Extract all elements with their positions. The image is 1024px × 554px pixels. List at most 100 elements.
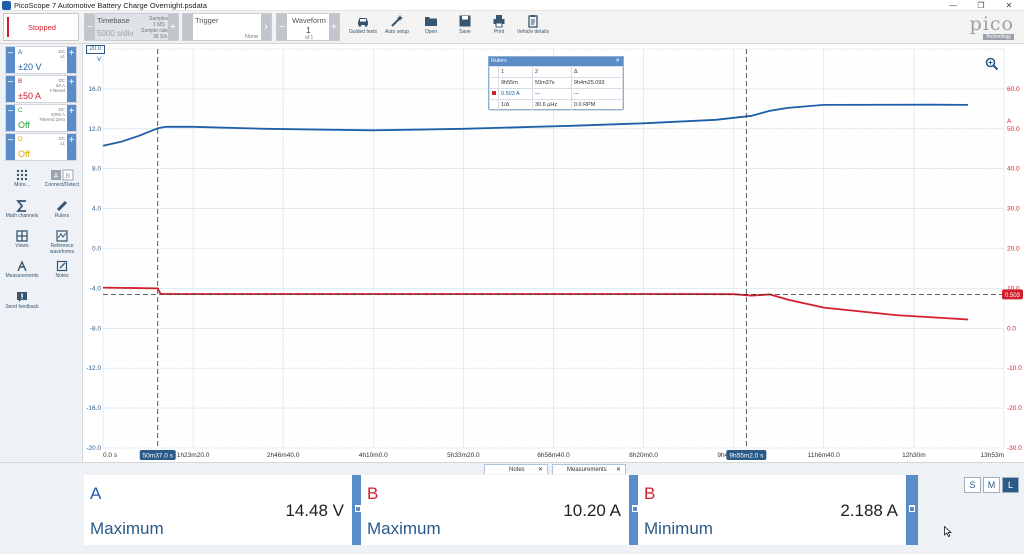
channel-a-name: A (18, 49, 23, 56)
measurement-card[interactable]: B Maximum 10.20 A (361, 475, 641, 545)
measurement-card[interactable]: B Minimum 2.188 A (638, 475, 918, 545)
rulers-panel-title: Rulers (491, 58, 507, 64)
range-badge[interactable]: 20.0 (86, 45, 105, 54)
channel-c-decrease-button[interactable]: − (6, 105, 15, 131)
time-ruler-1-label: 50m37.0 s (143, 453, 174, 460)
minimize-button[interactable]: — (940, 0, 966, 11)
channel-b-increase-button[interactable]: + (67, 76, 76, 102)
run-stop-label: Stopped (28, 23, 56, 32)
timebase-decrease-button[interactable]: − (85, 14, 95, 40)
tab-measurements[interactable]: Measurements ✕ (552, 464, 626, 474)
timebase-increase-button[interactable]: + (168, 14, 178, 40)
channel-a-range[interactable]: ±20 V (18, 62, 41, 72)
x-tick: 1h23m20.0 (177, 452, 210, 459)
channel-b-decrease-button[interactable]: − (6, 76, 15, 102)
channel-d-increase-button[interactable]: + (67, 134, 76, 160)
channel-d-control[interactable]: − D DC x1 Off + (5, 133, 77, 161)
signal-ruler-label: 0.503 (1005, 293, 1021, 299)
y-tick-right: 20.0 (1007, 246, 1020, 253)
car-icon (358, 18, 368, 27)
timebase-control: − Timebase 5000 s/div Samples 1 MS Sampl… (84, 13, 179, 41)
measurement-delete-bar[interactable] (906, 475, 918, 545)
ruler-ch-2: --- (531, 88, 572, 100)
channel-d-range[interactable]: Off (18, 149, 30, 159)
measurements-label: Measurements (5, 273, 39, 279)
channel-d-decrease-button[interactable]: − (6, 134, 15, 160)
views-icon (16, 230, 28, 242)
size-small-button[interactable]: S (964, 477, 981, 493)
ruler-time-delta: 9h4m25.093 (570, 77, 624, 89)
trigger-expand-button[interactable]: › (261, 14, 271, 40)
logo-subtext: Technology (982, 34, 1014, 40)
timebase-label: Timebase (97, 16, 130, 25)
send-feedback-button[interactable]: Send feedback (2, 291, 42, 310)
channel-c-range[interactable]: Off (18, 120, 30, 130)
app-icon (2, 1, 11, 10)
restore-button[interactable]: ❐ (968, 0, 994, 11)
rulers-header-row: 1 2 Δ (489, 66, 624, 78)
zoom-icon[interactable] (985, 57, 999, 71)
vehicle-details-button[interactable]: Vehicle details (512, 13, 554, 41)
ab-icon: AB (51, 169, 74, 181)
rulers-table: 1 2 Δ 9h55m 50m37s 9h4m25.093 0.503 A --… (489, 66, 624, 111)
connect-detect-button[interactable]: AB Connect/Detect (42, 169, 82, 188)
measurements-button[interactable]: Measurements (2, 260, 42, 279)
y-tick-right: 40.0 (1007, 166, 1020, 173)
clipboard-icon (528, 15, 538, 28)
waveform-next-button[interactable]: + (329, 14, 339, 40)
rulers-panel[interactable]: Rulers ✕ 1 2 Δ 9h55m 50m37s 9h4m25.093 0… (488, 56, 624, 111)
trigger-left-tab[interactable] (183, 14, 193, 40)
rulers-button[interactable]: Rulers (42, 200, 82, 219)
wand-icon (391, 15, 403, 27)
reference-waveforms-button[interactable]: Reference waveforms (42, 230, 82, 255)
channel-b-range[interactable]: ±50 A (18, 91, 41, 101)
run-stop-button[interactable]: Stopped (3, 13, 79, 41)
measurement-value: 14.48 V (285, 501, 344, 520)
grid-dots-icon (16, 169, 28, 181)
connect-detect-label: Connect/Detect (44, 182, 80, 188)
y-tick-left: 8.0 (92, 166, 101, 173)
svg-text:B: B (66, 173, 71, 180)
rulers-label: Rulers (54, 213, 70, 219)
x-tick: 8h20m0.0 (629, 452, 658, 459)
rulers-channel-row: 0.503 A --- --- (489, 88, 624, 100)
feedback-icon (17, 292, 27, 302)
channel-c-increase-button[interactable]: + (67, 105, 76, 131)
more-button[interactable]: More... (2, 169, 42, 188)
rulers-panel-close-icon[interactable]: ✕ (615, 57, 620, 66)
trigger-mode[interactable]: None (245, 34, 258, 40)
sigma-icon (16, 200, 26, 212)
measurement-card[interactable]: A Maximum 14.48 V (84, 475, 364, 545)
notes-button[interactable]: Notes (42, 260, 82, 279)
y-tick-left: -8.0 (90, 325, 102, 332)
reference-icon (56, 230, 68, 242)
logo-text: pico (969, 13, 1014, 35)
views-button[interactable]: Views (2, 230, 42, 249)
measurement-type: Maximum (90, 519, 164, 538)
channel-c-control[interactable]: − C DC 2000 A Filtered Zero Off + (5, 104, 77, 132)
ruler-ch-1: 0.503 A (498, 88, 533, 100)
channel-a-decrease-button[interactable]: − (6, 47, 15, 73)
waveform-prev-button[interactable]: − (277, 14, 287, 40)
x-tick: 2h46m40.0 (267, 452, 300, 459)
timebase-value[interactable]: 5000 s/div (97, 29, 133, 38)
size-large-button[interactable]: L (1002, 477, 1019, 493)
math-channels-button[interactable]: Math channels (2, 200, 42, 219)
waveform-label: Waveform (292, 16, 326, 25)
notes-label: Notes (55, 273, 69, 279)
channel-b-control[interactable]: − B DC 60 A Filtered ±50 A + (5, 75, 77, 103)
ruler-col-delta: Δ (570, 66, 624, 78)
folder-icon (425, 17, 437, 26)
y-tick-left: 16.0 (88, 86, 101, 93)
size-medium-button[interactable]: M (983, 477, 1000, 493)
trash-icon (909, 505, 915, 512)
channel-a-control[interactable]: − A DC x1 ±20 V + (5, 46, 77, 74)
pico-logo: pico Technology (952, 13, 1018, 43)
trigger-control: Trigger None › (182, 13, 272, 41)
channel-a-increase-button[interactable]: + (67, 47, 76, 73)
x-tick: 5h33m20.0 (447, 452, 480, 459)
tab-notes[interactable]: Notes ✕ (484, 464, 548, 474)
close-button[interactable]: ✕ (996, 0, 1022, 11)
x-tick: 6h56m40.0 (537, 452, 570, 459)
y-tick-left: 12.0 (88, 126, 101, 133)
